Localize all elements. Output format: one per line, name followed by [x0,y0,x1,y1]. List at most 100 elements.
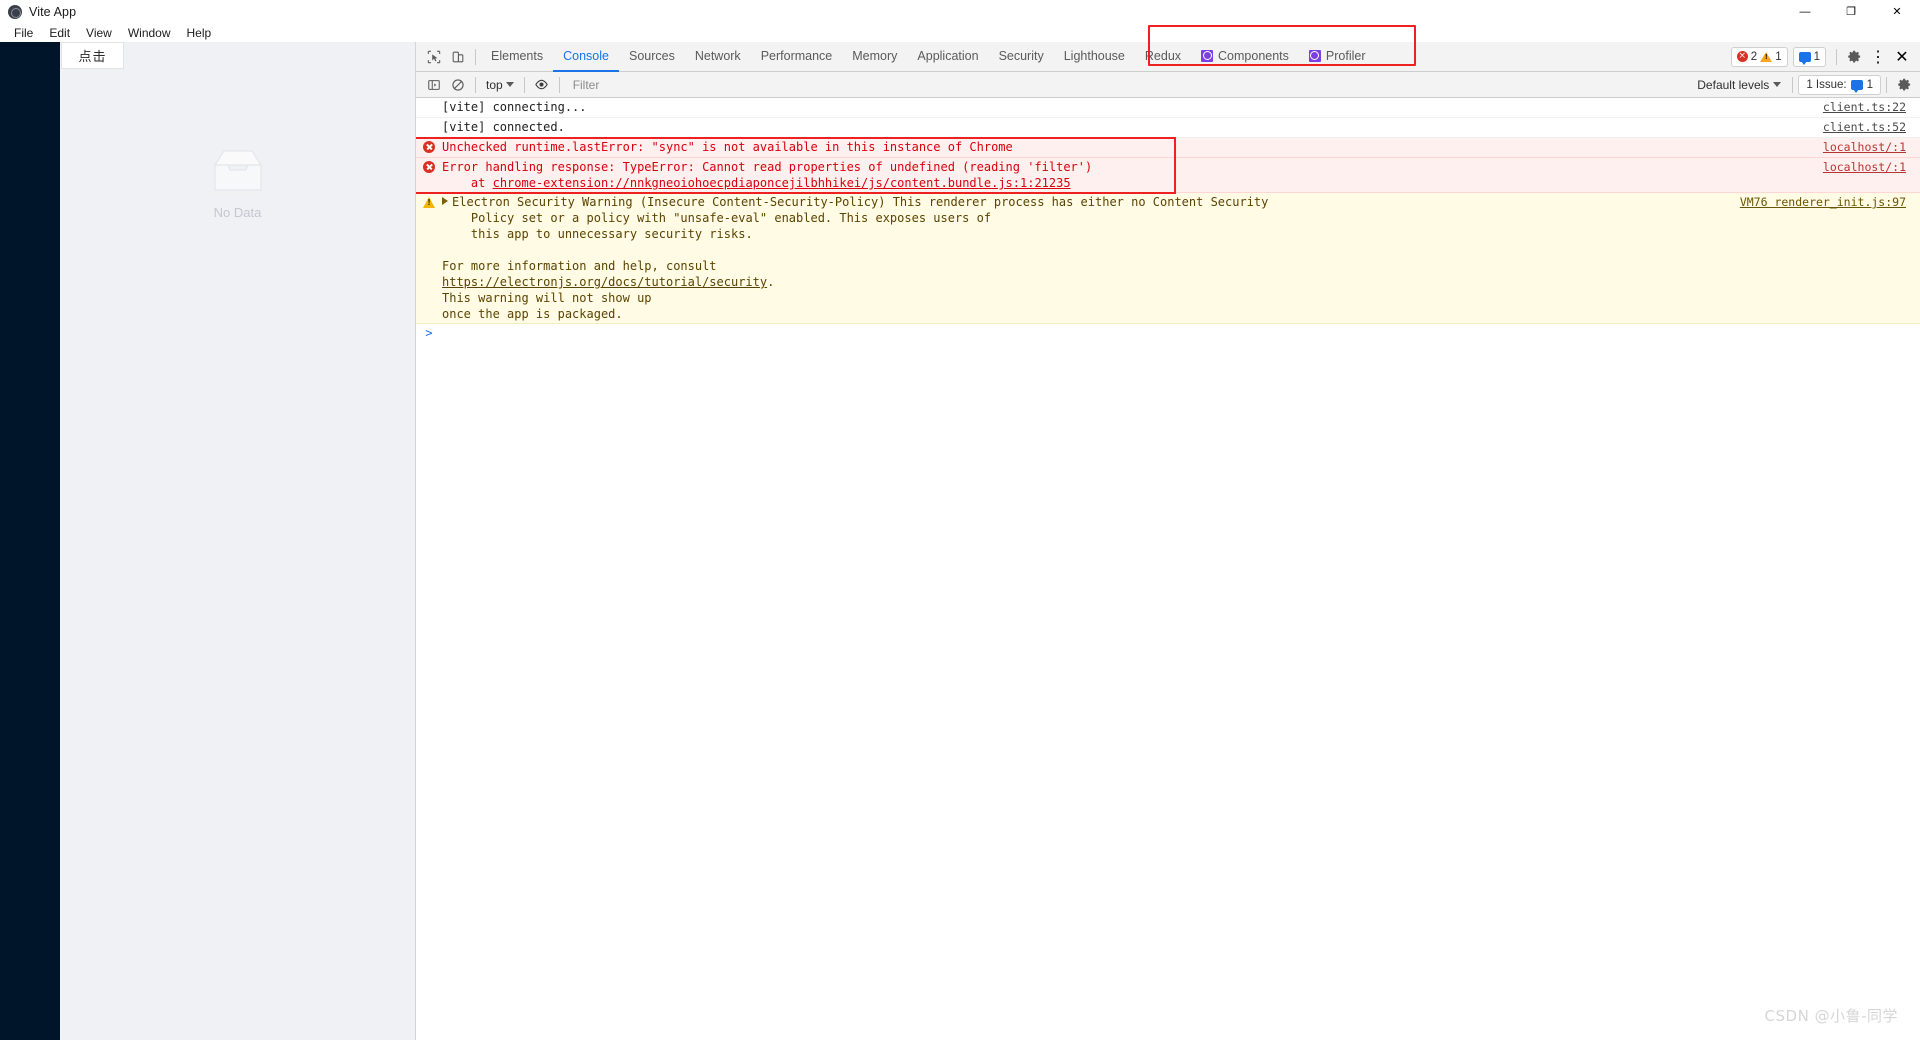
console-message-source[interactable]: localhost/:1 [1815,159,1920,175]
console-message-source[interactable]: localhost/:1 [1815,139,1920,155]
issues-label: 1 Issue: [1806,78,1847,91]
tab-performance[interactable]: Performance [751,42,843,72]
devtools-tabbar-right: × 2 1 1 [1730,45,1916,69]
issue-icon [1850,79,1863,93]
issues-count: 1 [1866,78,1873,91]
console-message-text: [vite] connecting... [442,100,587,114]
expand-arrow-icon[interactable] [442,197,448,205]
warning-mid-text: For more information and help, consult [442,259,717,273]
click-button[interactable]: 点击 [61,42,124,69]
filterbar-divider-3 [558,76,560,93]
message-counter[interactable]: 1 [1792,46,1826,67]
filterbar-divider-5 [1886,76,1887,93]
stack-at-prefix: at [442,176,493,190]
empty-state-label: No Data [213,205,262,220]
menu-item-help[interactable]: Help [179,25,220,41]
issues-badge[interactable]: 1 Issue: 1 [1798,74,1881,95]
error-count: 2 [1750,50,1758,63]
console-input-row[interactable]: > [416,324,1920,344]
source-link[interactable]: localhost/:1 [1823,160,1906,174]
tab-memory[interactable]: Memory [842,42,907,72]
console-sidebar-toggle-icon[interactable] [422,73,446,97]
inspect-element-icon[interactable] [422,45,446,69]
source-link[interactable]: client.ts:22 [1823,100,1906,114]
message-icon [1798,51,1811,65]
toggle-device-toolbar-icon[interactable] [446,45,470,69]
source-link[interactable]: localhost/:1 [1823,140,1906,154]
tabbar-divider [475,48,476,65]
empty-box-icon [208,150,267,196]
menu-item-edit[interactable]: Edit [41,25,78,41]
source-link[interactable]: client.ts:52 [1823,120,1906,134]
filterbar-divider-2 [523,76,525,93]
console-message-error[interactable]: Unchecked runtime.lastError: "sync" is n… [416,138,1920,158]
console-message-source[interactable]: client.ts:52 [1815,119,1920,135]
tab-components[interactable]: Components [1191,42,1299,72]
window-title: Vite App [29,5,77,19]
empty-state: No Data [60,146,415,220]
console-message-log[interactable]: [vite] connected. client.ts:52 [416,118,1920,138]
devtools-panel: Elements Console Sources Network Perform… [416,42,1920,1040]
console-message-source[interactable]: VM76 renderer_init.js:97 [1732,194,1920,210]
console-message-error[interactable]: Error handling response: TypeError: Cann… [416,158,1920,193]
log-levels-label: Default levels [1697,77,1770,92]
console-message-warning[interactable]: Electron Security Warning (Insecure Cont… [416,193,1920,324]
react-icon [1308,49,1321,62]
tab-redux[interactable]: Redux [1135,42,1191,72]
message-gutter [416,99,442,101]
devtools-close-icon[interactable]: ✕ [1890,45,1914,69]
console-message-text: Error handling response: TypeError: Cann… [442,159,1815,191]
console-message-source[interactable]: client.ts:22 [1815,99,1920,115]
more-options-icon[interactable]: ⋮ [1866,45,1890,69]
app-sidebar [0,42,60,1040]
clear-console-icon[interactable] [446,73,470,97]
security-doc-link[interactable]: https://electronjs.org/docs/tutorial/sec… [442,275,767,289]
menu-item-file[interactable]: File [6,25,41,41]
error-warning-counter[interactable]: × 2 1 [1730,46,1788,67]
tab-sources[interactable]: Sources [619,42,685,72]
tab-application[interactable]: Application [907,42,988,72]
title-bar-left: Vite App [0,5,1782,19]
tab-lighthouse[interactable]: Lighthouse [1054,42,1135,72]
react-icon [1201,49,1214,62]
stack-frame-link[interactable]: chrome-extension://nnkgneoiohoecpdiaponc… [493,176,1071,190]
source-link[interactable]: VM76 renderer_init.js:97 [1740,195,1906,209]
menu-item-window[interactable]: Window [120,25,179,41]
chevron-down-icon [505,82,514,87]
window-close-button[interactable]: ✕ [1874,0,1920,24]
console-filter-input[interactable] [570,75,1692,94]
console-message-list[interactable]: [vite] connecting... client.ts:22 [vite]… [416,98,1920,1040]
menu-item-view[interactable]: View [78,25,120,41]
console-message-text: Unchecked runtime.lastError: "sync" is n… [442,140,1013,154]
warning-icon [423,197,435,208]
tab-profiler[interactable]: Profiler [1299,42,1376,72]
window-maximize-button[interactable]: ❐ [1828,0,1874,24]
menu-bar: File Edit View Window Help [0,24,1920,42]
tabbar-right-divider [1836,48,1837,65]
app-renderer-pane: 点击 No Data [0,42,416,1040]
settings-gear-icon[interactable] [1842,45,1866,69]
console-message-text: [vite] connected. [442,120,565,134]
tab-elements[interactable]: Elements [481,42,553,72]
app-logo-icon [8,5,22,19]
extension-tabs-group: Redux Components Profiler [1135,42,1376,72]
live-expression-eye-icon[interactable] [530,73,554,97]
console-message-log[interactable]: [vite] connecting... client.ts:22 [416,98,1920,118]
tab-console[interactable]: Console [553,42,619,72]
execution-context-selector[interactable]: top [481,77,519,93]
prompt-caret-icon: > [425,326,433,340]
window-minimize-button[interactable]: — [1782,0,1828,24]
watermark-text: CSDN @小鲁-同学 [1764,1007,1898,1025]
tab-network[interactable]: Network [685,42,751,72]
console-toolbar: top Default levels 1 [416,72,1920,98]
tab-redux-label: Redux [1144,48,1182,63]
title-bar: Vite App — ❐ ✕ [0,0,1920,24]
console-input[interactable] [442,326,1920,342]
chevron-down-icon [1773,82,1782,87]
log-levels-selector[interactable]: Default levels [1691,76,1787,94]
console-message-text: Electron Security Warning (Insecure Cont… [442,194,1732,322]
tab-security[interactable]: Security [989,42,1054,72]
warning-count: 1 [1775,50,1782,63]
console-settings-gear-icon[interactable] [1892,73,1916,97]
message-gutter [416,194,442,208]
